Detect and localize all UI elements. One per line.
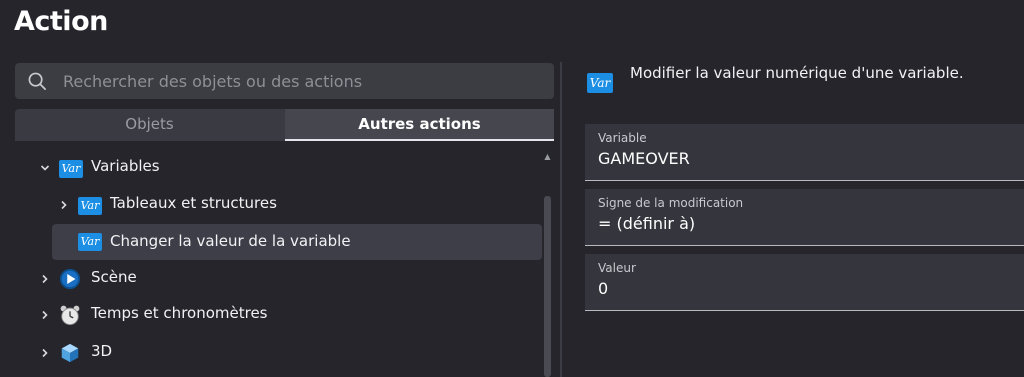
field-label: Signe de la modification xyxy=(598,196,744,210)
action-description: Modifier la valeur numérique d'une varia… xyxy=(630,64,964,82)
left-panel: Action Objets Autres actions Var Variabl… xyxy=(0,0,560,377)
tree-item-variables[interactable]: Var Variables xyxy=(36,153,536,183)
dialog-title: Action xyxy=(14,6,108,37)
search-input[interactable] xyxy=(63,63,543,99)
search-icon xyxy=(28,72,46,90)
chevron-right-icon[interactable] xyxy=(40,274,50,284)
var-icon: Var xyxy=(78,197,102,215)
chevron-right-icon[interactable] xyxy=(59,200,69,210)
modification-sign-field[interactable]: Signe de la modification = (définir à) xyxy=(585,189,1024,246)
alarm-clock-icon xyxy=(60,305,80,326)
var-icon: Var xyxy=(78,233,102,251)
chevron-right-icon[interactable] xyxy=(40,310,50,320)
tree-item-label: Temps et chronomètres xyxy=(91,304,268,322)
tree-item-temps[interactable]: Temps et chronomètres xyxy=(36,300,536,330)
tree-item-tableaux[interactable]: Var Tableaux et structures xyxy=(55,190,535,220)
scroll-up-arrow-icon[interactable]: ▲ xyxy=(543,152,552,162)
panel-divider[interactable] xyxy=(560,62,562,377)
variable-field[interactable]: Variable GAMEOVER xyxy=(585,124,1024,181)
scroll-thumb[interactable] xyxy=(544,196,551,377)
tree-item-changer-valeur[interactable]: Var Changer la valeur de la variable xyxy=(52,224,542,260)
tree-item-scene[interactable]: Scène xyxy=(36,264,536,294)
cube-icon xyxy=(61,343,79,363)
variable-input[interactable]: GAMEOVER xyxy=(598,149,690,168)
search-bar[interactable] xyxy=(15,63,554,99)
tree-item-label: Changer la valeur de la variable xyxy=(110,232,351,250)
tree-item-label: Variables xyxy=(91,157,160,175)
chevron-down-icon[interactable] xyxy=(40,163,50,173)
tab-objets[interactable]: Objets xyxy=(15,109,284,141)
tree-item-label: Scène xyxy=(91,268,137,286)
var-icon: Var xyxy=(587,73,613,93)
value-input[interactable]: 0 xyxy=(598,279,608,298)
modification-sign-select[interactable]: = (définir à) xyxy=(598,214,695,233)
chevron-right-icon[interactable] xyxy=(40,348,50,358)
field-label: Valeur xyxy=(598,261,636,275)
tree-item-label: Tableaux et structures xyxy=(110,194,277,212)
tab-autres-actions[interactable]: Autres actions xyxy=(285,109,554,141)
play-icon xyxy=(59,268,81,290)
tab-bar: Objets Autres actions xyxy=(15,109,554,141)
tree-item-label: 3D xyxy=(91,342,113,360)
value-field[interactable]: Valeur 0 xyxy=(585,254,1024,311)
tree-item-3d[interactable]: 3D xyxy=(36,338,536,368)
var-icon: Var xyxy=(59,160,83,178)
field-label: Variable xyxy=(598,131,647,145)
tree-scrollbar[interactable]: ▲ xyxy=(543,152,552,377)
